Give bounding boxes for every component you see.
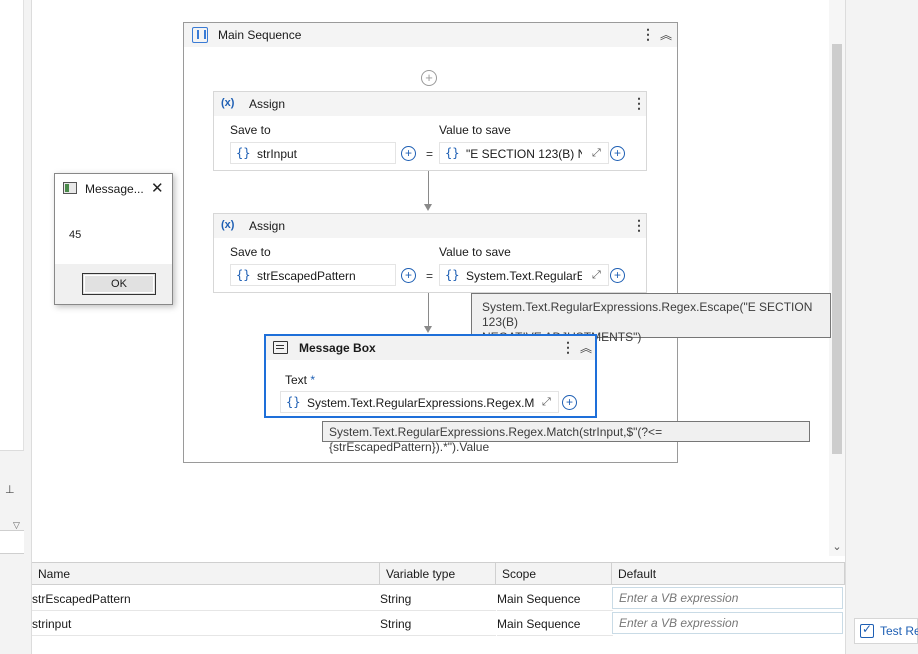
assign-header[interactable]: (x) Assign ⋮ xyxy=(214,214,646,238)
message-box-header[interactable]: Message Box ⋮ ︽ xyxy=(266,336,595,360)
save-to-value: strEscapedPattern xyxy=(257,269,356,283)
collapse-icon[interactable]: ︽ xyxy=(660,26,672,43)
variable-type[interactable]: String xyxy=(380,586,496,611)
assign-title: Assign xyxy=(249,219,286,233)
add-activity-icon[interactable]: + xyxy=(421,70,437,86)
column-header-name[interactable]: Name xyxy=(32,563,380,585)
splitter[interactable] xyxy=(24,0,32,654)
text-field[interactable]: {} System.Text.RegularExpressions.Regex.… xyxy=(280,391,559,413)
assign-header[interactable]: (x) Assign ⋮ xyxy=(214,92,646,116)
assign-title: Assign xyxy=(249,97,286,111)
equals-sign: = xyxy=(426,269,434,283)
table-row[interactable]: strEscapedPattern String Main Sequence E… xyxy=(32,586,845,611)
checkbox-icon xyxy=(860,622,874,638)
message-box-activity[interactable]: Message Box ⋮ ︽ Text * {} System.Text.Re… xyxy=(264,334,597,418)
value-to-save-field[interactable]: {} "E SECTION 123(B) NEG ⤢ xyxy=(439,142,609,164)
assign-activity-1[interactable]: (x) Assign ⋮ Save to Value to save {} st… xyxy=(213,91,647,171)
add-plus-icon[interactable]: + xyxy=(610,146,625,161)
expand-icon[interactable]: ⤢ xyxy=(542,396,551,409)
save-to-label: Save to xyxy=(230,245,271,259)
test-results-label: Test Res xyxy=(880,624,918,638)
expression-icon: {} xyxy=(445,268,460,282)
message-box-icon xyxy=(273,341,288,354)
sequence-header[interactable]: Main Sequence ⋮ ︽ xyxy=(184,23,677,47)
left-panel-input[interactable] xyxy=(0,530,24,554)
variable-icon: (x) xyxy=(221,219,235,231)
value-to-save-value: System.Text.RegularEx xyxy=(466,269,582,283)
variable-icon: (x) xyxy=(221,97,235,109)
text-label-text: Text xyxy=(285,373,308,387)
match-tooltip: System.Text.RegularExpressions.Regex.Mat… xyxy=(322,421,810,454)
connector-arrow xyxy=(424,326,432,333)
message-box-title: Message Box xyxy=(299,341,376,355)
escape-tooltip: System.Text.RegularExpressions.Regex.Esc… xyxy=(471,293,831,344)
equals-sign: = xyxy=(426,147,434,161)
expression-icon: {} xyxy=(286,395,301,409)
text-field-value: System.Text.RegularExpressions.Regex.Mat… xyxy=(307,396,535,410)
variable-name[interactable]: strinput xyxy=(32,611,380,636)
column-header-type[interactable]: Variable type xyxy=(380,563,496,585)
add-plus-icon[interactable]: + xyxy=(401,268,416,283)
add-plus-icon[interactable]: + xyxy=(401,146,416,161)
default-input[interactable]: Enter a VB expression xyxy=(612,612,843,634)
right-panel xyxy=(845,0,918,654)
ok-button[interactable]: OK xyxy=(82,273,156,295)
pin-icon[interactable]: ⊥ xyxy=(5,483,15,496)
expression-icon: {} xyxy=(445,146,460,160)
dialog-footer: OK xyxy=(55,264,172,304)
connector-arrow xyxy=(424,204,432,211)
text-label: Text * xyxy=(285,373,315,387)
tooltip-line-1: System.Text.RegularExpressions.Regex.Esc… xyxy=(482,300,813,329)
save-to-label: Save to xyxy=(230,123,271,137)
variable-scope[interactable]: Main Sequence xyxy=(497,611,613,636)
scrollbar-thumb[interactable] xyxy=(832,44,842,454)
more-options-icon[interactable]: ⋮ xyxy=(632,217,646,234)
save-to-field[interactable]: {} strInput xyxy=(230,142,396,164)
value-to-save-label: Value to save xyxy=(439,245,511,259)
connector-line xyxy=(428,171,429,205)
more-options-icon[interactable]: ⋮ xyxy=(641,26,655,43)
test-results-button[interactable]: Test Res xyxy=(854,618,918,644)
required-mark: * xyxy=(310,373,316,387)
app-window-icon xyxy=(63,182,77,194)
message-dialog[interactable]: Message... ✕ 45 OK xyxy=(54,173,173,305)
close-icon[interactable]: ✕ xyxy=(151,179,164,197)
column-header-default[interactable]: Default xyxy=(612,563,845,585)
column-header-scope[interactable]: Scope xyxy=(496,563,612,585)
expand-icon[interactable]: ⤢ xyxy=(592,269,601,282)
value-to-save-label: Value to save xyxy=(439,123,511,137)
sequence-icon xyxy=(192,27,208,43)
expression-icon: {} xyxy=(236,268,251,282)
dialog-title: Message... xyxy=(85,182,144,196)
connector-line xyxy=(428,293,429,327)
assign-activity-2[interactable]: (x) Assign ⋮ Save to Value to save {} st… xyxy=(213,213,647,293)
variable-name[interactable]: strEscapedPattern xyxy=(32,586,380,611)
default-input[interactable]: Enter a VB expression xyxy=(612,587,843,609)
sequence-title: Main Sequence xyxy=(218,28,302,42)
expression-icon: {} xyxy=(236,146,251,160)
more-options-icon[interactable]: ⋮ xyxy=(561,339,575,356)
table-row[interactable]: strinput String Main Sequence Enter a VB… xyxy=(32,611,845,636)
add-plus-icon[interactable]: + xyxy=(610,268,625,283)
more-options-icon[interactable]: ⋮ xyxy=(632,95,646,112)
variables-panel: Name Variable type Scope Default strEsca… xyxy=(32,562,845,654)
variable-scope[interactable]: Main Sequence xyxy=(497,586,613,611)
chevron-down-icon[interactable]: ⌄ xyxy=(830,540,844,554)
collapse-icon[interactable]: ︽ xyxy=(580,339,592,356)
value-to-save-value: "E SECTION 123(B) NEG xyxy=(466,147,582,161)
variable-type[interactable]: String xyxy=(380,611,496,636)
dialog-message: 45 xyxy=(69,229,82,241)
save-to-field[interactable]: {} strEscapedPattern xyxy=(230,264,396,286)
expand-icon[interactable]: ⤢ xyxy=(592,147,601,160)
save-to-value: strInput xyxy=(257,147,298,161)
add-plus-icon[interactable]: + xyxy=(562,395,577,410)
value-to-save-field[interactable]: {} System.Text.RegularEx ⤢ xyxy=(439,264,609,286)
